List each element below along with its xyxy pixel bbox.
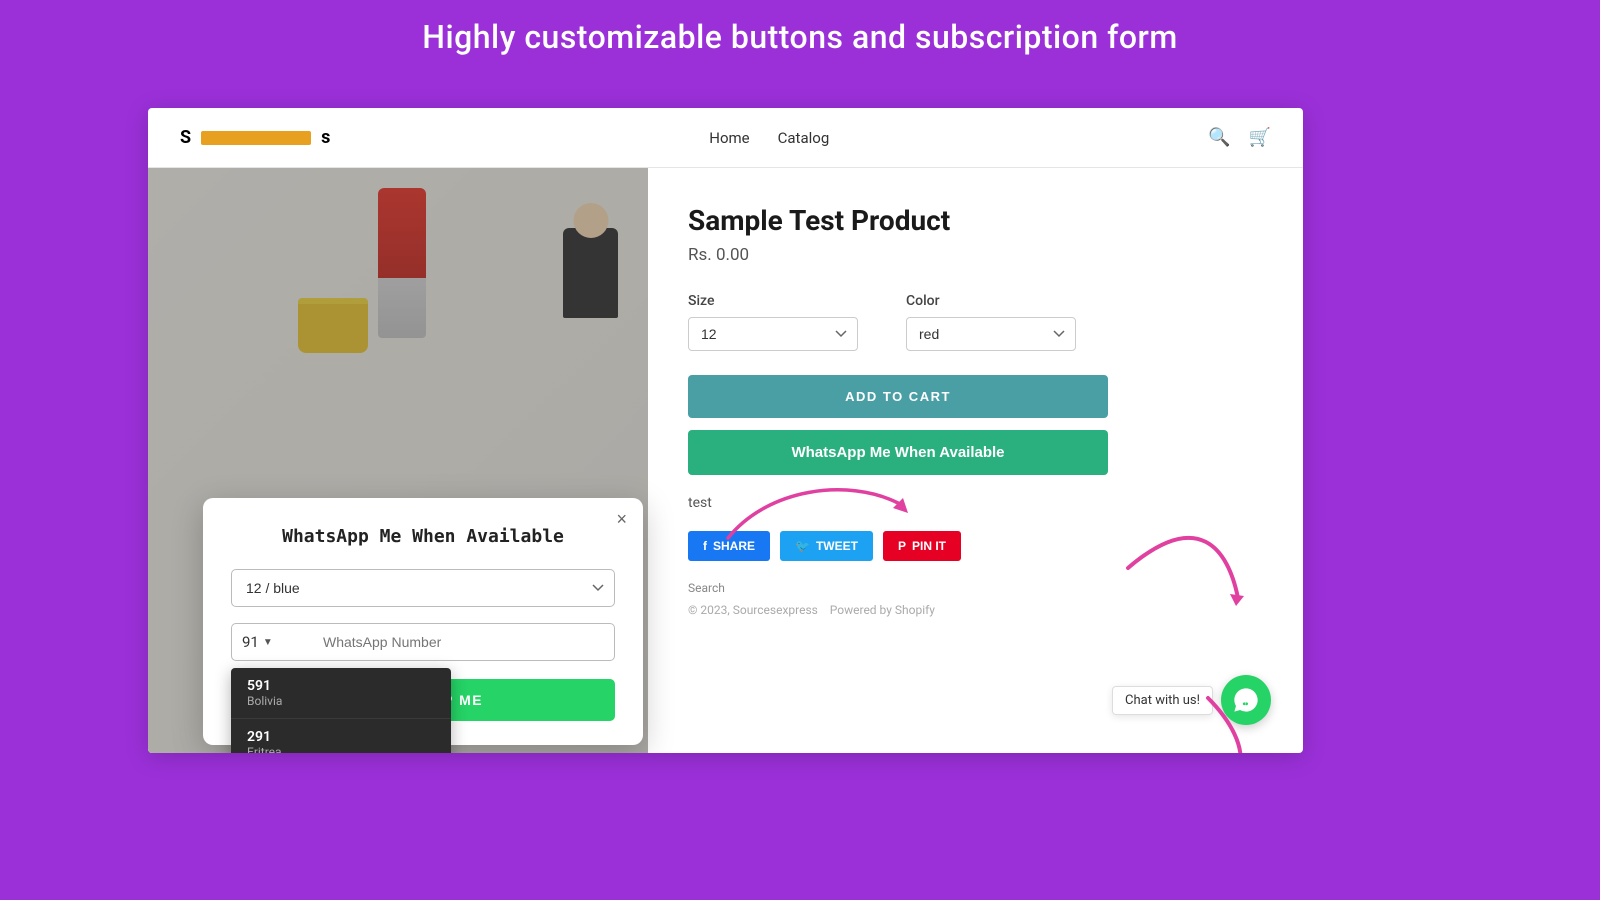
social-share-row: f SHARE 🐦 TWEET P PIN IT bbox=[688, 531, 1263, 561]
dropdown-country-eritrea: Eritrea bbox=[247, 745, 435, 753]
color-variant-group: Color red blue green bbox=[906, 293, 1076, 351]
dropdown-country-bolivia: Bolivia bbox=[247, 694, 435, 708]
dropdown-code-291: 291 bbox=[247, 729, 435, 745]
pinterest-icon: P bbox=[898, 539, 906, 553]
dropdown-item-bolivia[interactable]: 591 Bolivia bbox=[231, 668, 451, 719]
nav-bar: S s Home Catalog 🔍 🛒 bbox=[148, 108, 1303, 168]
phone-prefix-value: 91 bbox=[242, 633, 259, 651]
phone-country-dropdown: 591 Bolivia 291 Eritrea 91 India 691 Mic… bbox=[231, 668, 451, 753]
size-label: Size bbox=[688, 293, 858, 309]
phone-prefix-selector[interactable]: 91 ▼ bbox=[231, 623, 311, 661]
modal-close-button[interactable]: × bbox=[616, 510, 627, 528]
twitter-icon: 🐦 bbox=[795, 539, 810, 553]
dropdown-item-eritrea[interactable]: 291 Eritrea bbox=[231, 719, 451, 753]
chat-label: Chat with us! bbox=[1112, 686, 1213, 715]
nav-links: Home Catalog bbox=[709, 129, 829, 147]
facebook-share-label: SHARE bbox=[713, 539, 755, 553]
twitter-share-button[interactable]: 🐦 TWEET bbox=[780, 531, 873, 561]
search-link[interactable]: Search bbox=[688, 581, 725, 595]
twitter-share-label: TWEET bbox=[816, 539, 858, 553]
powered-by-text: Powered by Shopify bbox=[830, 603, 935, 617]
whatsapp-me-when-available-button[interactable]: WhatsApp Me When Available bbox=[688, 430, 1108, 475]
product-description: test bbox=[688, 495, 1263, 511]
modal-variant-select[interactable]: 12 / blue 12 / red 14 / blue bbox=[231, 569, 615, 607]
product-price: Rs. 0.00 bbox=[688, 245, 1263, 265]
pinterest-share-button[interactable]: P PIN IT bbox=[883, 531, 961, 561]
chat-widget: Chat with us! bbox=[1112, 675, 1271, 725]
logo-suffix: s bbox=[321, 127, 330, 148]
color-select[interactable]: red blue green bbox=[906, 317, 1076, 351]
search-icon[interactable]: 🔍 bbox=[1208, 127, 1230, 148]
whatsapp-number-input[interactable] bbox=[311, 623, 615, 661]
facebook-share-button[interactable]: f SHARE bbox=[688, 531, 770, 561]
logo-bar bbox=[201, 131, 311, 145]
nav-logo: S s bbox=[180, 127, 330, 148]
color-label: Color bbox=[906, 293, 1076, 309]
modal-title: WhatsApp Me When Available bbox=[231, 526, 615, 547]
product-details: Sample Test Product Rs. 0.00 Size 12 14 … bbox=[648, 168, 1303, 753]
phone-input-row: 91 ▼ 591 Bolivia 291 Eritrea 91 India bbox=[231, 623, 615, 661]
size-variant-group: Size 12 14 16 bbox=[688, 293, 858, 351]
product-footer: Search bbox=[688, 581, 1263, 595]
phone-prefix-chevron: ▼ bbox=[263, 637, 273, 648]
nav-icons: 🔍 🛒 bbox=[1208, 127, 1271, 148]
size-select[interactable]: 12 14 16 bbox=[688, 317, 858, 351]
site-footer-info: © 2023, Sourcesexpress Powered by Shopif… bbox=[688, 603, 1263, 617]
add-to-cart-button[interactable]: ADD TO CART bbox=[688, 375, 1108, 418]
whatsapp-modal: × WhatsApp Me When Available 12 / blue 1… bbox=[203, 498, 643, 745]
page-title: Highly customizable buttons and subscrip… bbox=[0, 0, 1600, 70]
cart-icon[interactable]: 🛒 bbox=[1249, 127, 1271, 148]
variant-section: Size 12 14 16 Color red blue green bbox=[688, 293, 1263, 351]
facebook-icon: f bbox=[703, 539, 707, 553]
dropdown-code-591: 591 bbox=[247, 678, 435, 694]
whatsapp-chat-icon[interactable] bbox=[1221, 675, 1271, 725]
logo-prefix: S bbox=[180, 127, 191, 148]
nav-link-catalog[interactable]: Catalog bbox=[778, 129, 830, 147]
product-name: Sample Test Product bbox=[688, 204, 1263, 237]
copyright-text: © 2023, Sourcesexpress bbox=[688, 603, 818, 617]
browser-window: S s Home Catalog 🔍 🛒 bbox=[148, 108, 1303, 753]
pinterest-share-label: PIN IT bbox=[912, 539, 946, 553]
nav-link-home[interactable]: Home bbox=[709, 129, 749, 147]
